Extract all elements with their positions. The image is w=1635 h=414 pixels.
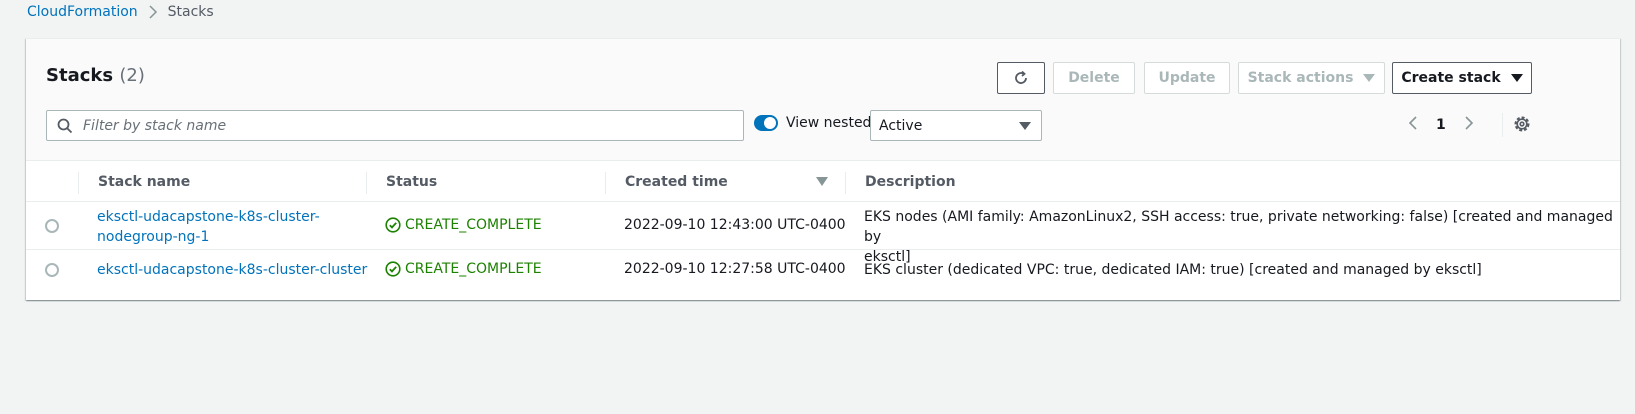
update-button[interactable]: Update [1144, 62, 1230, 94]
breadcrumb-cloudformation-link[interactable]: CloudFormation [27, 4, 138, 20]
update-label: Update [1158, 70, 1216, 86]
column-divider [605, 172, 606, 194]
delete-button[interactable]: Delete [1053, 62, 1135, 94]
col-created-time[interactable]: Created time [625, 162, 728, 202]
column-divider [366, 172, 367, 194]
radio-button[interactable] [45, 263, 59, 277]
description-cell: EKS cluster (dedicated VPC: true, dedica… [864, 260, 1482, 280]
row-radio[interactable] [45, 263, 59, 277]
status-cell: CREATE_COMPLETE [385, 217, 542, 233]
toggle-knob [764, 117, 776, 129]
page-number[interactable]: 1 [1436, 117, 1446, 133]
view-nested-label: View nested [786, 115, 872, 131]
pager-divider [1502, 113, 1503, 137]
chevron-right-icon[interactable] [1464, 115, 1474, 135]
pagination: 1 [1408, 113, 1474, 137]
view-nested-toggle-group: View nested [754, 115, 871, 131]
stack-count: (2) [119, 65, 145, 86]
search-icon [57, 118, 73, 133]
check-circle-icon [385, 217, 401, 233]
status-text: CREATE_COMPLETE [405, 217, 542, 233]
col-description[interactable]: Description [865, 162, 956, 202]
title-text: Stacks [46, 65, 114, 86]
sort-desc-icon[interactable] [816, 162, 828, 202]
status-text: CREATE_COMPLETE [405, 261, 542, 277]
row-radio[interactable] [45, 219, 59, 233]
col-stack-name[interactable]: Stack name [98, 162, 190, 202]
table-row[interactable]: eksctl-udacapstone-k8s-cluster-cluster C… [26, 251, 1620, 289]
description-line: EKS nodes (AMI family: AmazonLinux2, SSH… [864, 209, 1613, 245]
col-status[interactable]: Status [386, 162, 437, 202]
status-cell: CREATE_COMPLETE [385, 261, 542, 277]
refresh-icon [1015, 70, 1027, 84]
caret-down-icon [1019, 121, 1031, 130]
create-stack-button[interactable]: Create stack [1392, 62, 1532, 94]
settings-button[interactable] [1512, 114, 1532, 138]
stacks-panel: Stacks (2) Delete Update Stack actions C… [26, 38, 1620, 300]
stack-name-line[interactable]: nodegroup-ng-1 [97, 227, 209, 247]
chevron-right-icon [148, 4, 158, 20]
caret-down-icon [1363, 74, 1376, 82]
caret-down-icon [1510, 74, 1523, 82]
stack-name-line[interactable]: eksctl-udacapstone-k8s-cluster- [97, 207, 320, 227]
chevron-left-icon[interactable] [1408, 115, 1418, 135]
gear-icon [1514, 116, 1530, 132]
check-circle-icon [385, 261, 401, 277]
column-divider [845, 172, 846, 194]
table-row[interactable]: eksctl-udacapstone-k8s-cluster- nodegrou… [26, 203, 1620, 265]
page-title: Stacks (2) [46, 65, 145, 86]
search-field [46, 110, 744, 141]
created-time: 2022-09-10 12:43:00 UTC-0400 [624, 217, 846, 233]
stack-actions-label: Stack actions [1247, 70, 1354, 86]
stack-name-link[interactable]: eksctl-udacapstone-k8s-cluster- nodegrou… [97, 207, 320, 247]
stack-actions-button[interactable]: Stack actions [1238, 62, 1385, 94]
stack-name-line[interactable]: eksctl-udacapstone-k8s-cluster-cluster [97, 260, 367, 280]
create-stack-label: Create stack [1401, 70, 1501, 86]
stack-name-link[interactable]: eksctl-udacapstone-k8s-cluster-cluster [97, 260, 367, 280]
delete-label: Delete [1068, 70, 1120, 86]
table-header: Stack name Status Created time Descripti… [26, 162, 1620, 202]
refresh-button[interactable] [997, 62, 1045, 94]
column-divider [78, 172, 79, 194]
status-filter-select[interactable]: Active [870, 110, 1042, 141]
search-input[interactable] [83, 117, 743, 134]
view-nested-toggle[interactable] [754, 115, 778, 131]
breadcrumb-current: Stacks [167, 4, 214, 20]
radio-button[interactable] [45, 219, 59, 233]
description-line: EKS cluster (dedicated VPC: true, dedica… [864, 262, 1482, 278]
status-filter-value: Active [879, 117, 923, 134]
breadcrumb: CloudFormation Stacks [27, 2, 214, 22]
created-time: 2022-09-10 12:27:58 UTC-0400 [624, 261, 846, 277]
stacks-header: Stacks (2) Delete Update Stack actions C… [26, 39, 1620, 161]
